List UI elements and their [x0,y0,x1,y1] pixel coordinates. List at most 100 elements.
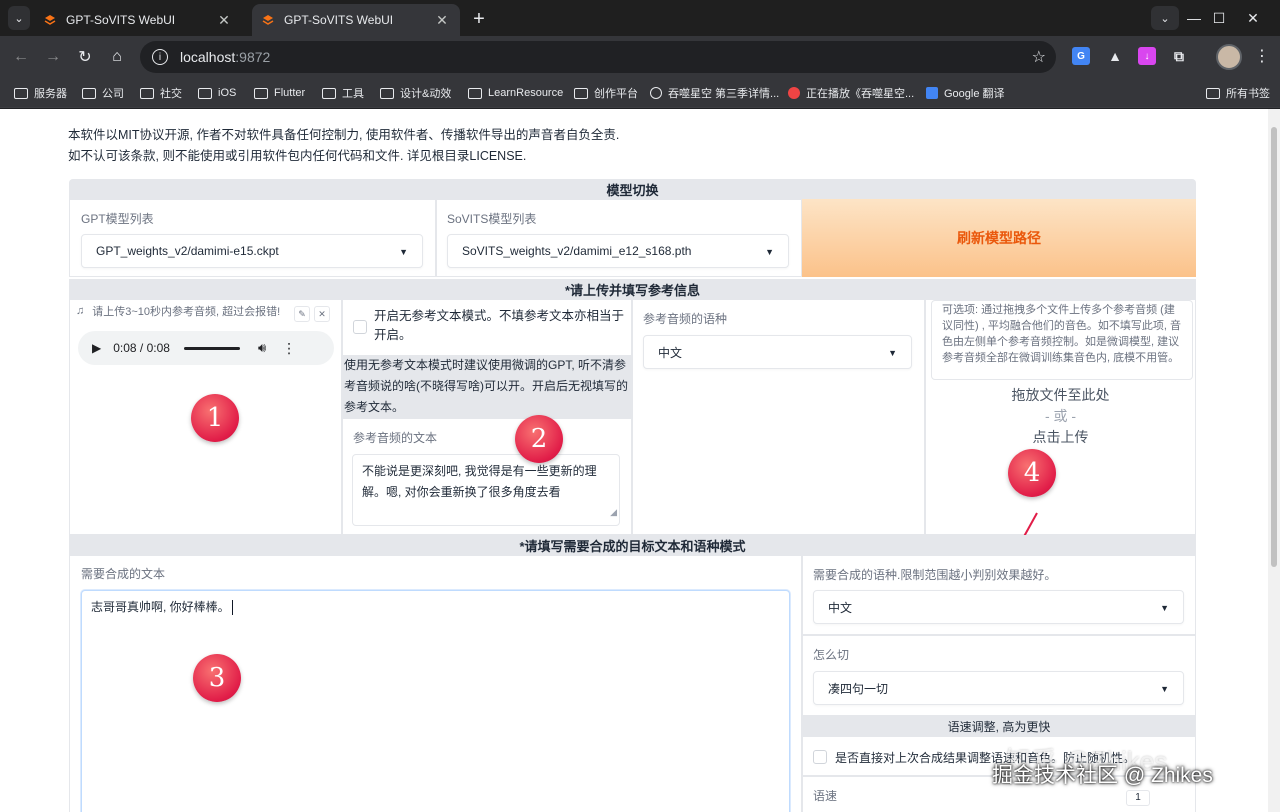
home-icon[interactable]: ⌂ [104,44,130,70]
audio-upload-label: ♫ 请上传3~10秒内参考音频, 超过会报错! [76,303,280,319]
webui-page: 本软件以MIT协议开源, 作者不对软件具备任何控制力, 使用软件者、传播软件导出… [0,109,1268,812]
tab-search-button[interactable]: ⌄ [8,6,30,30]
page-scrollbar[interactable] [1268,109,1280,812]
bookmark-link[interactable]: 吞噬星空 第三季详情... [650,84,779,102]
globe-icon [650,87,662,99]
more-options-icon[interactable]: ⋮ [282,340,296,357]
ref-lang-label: 参考音频的语种 [643,312,728,326]
split-label: 怎么切 [813,648,850,662]
split-dropdown[interactable]: 凑四句一切 ▼ [813,671,1184,705]
dropzone-text: 拖放文件至此处 [1011,387,1110,403]
bookmark-folder[interactable]: 社交 [140,84,182,102]
all-bookmarks[interactable]: 所有书签 [1206,84,1270,102]
folder-icon [322,87,336,99]
bookmark-folder[interactable]: 设计&动效 [380,84,451,102]
bookmark-label: Flutter [274,87,306,99]
close-window-icon[interactable]: ✕ [1230,0,1276,36]
close-icon[interactable]: ✕ [216,12,232,28]
bookmark-label: 服务器 [34,88,67,100]
bookmark-folder[interactable]: iOS [198,84,236,102]
flower-icon [788,87,800,99]
bookmark-link[interactable]: Google 翻译 [926,84,1005,102]
bookmark-label: 设计&动效 [400,88,452,100]
folder-icon [468,87,482,99]
resize-grip-icon[interactable]: ◢ [610,502,617,523]
close-icon[interactable]: ✕ [434,12,450,28]
gpt-model-dropdown[interactable]: GPT_weights_v2/damimi-e15.ckpt ▼ [81,234,423,268]
audio-player[interactable]: ▶ 0:08 / 0:08 🔊︎ ⋮ [78,331,334,365]
folder-icon [82,87,96,99]
site-info-icon[interactable]: i [152,49,168,65]
audio-progress-track[interactable] [183,346,240,350]
ref-text-label: 参考音频的文本 [353,431,438,445]
notice-line: 如不认可该条款, 则不能使用或引用软件包内任何代码和文件. 详见根目录LICEN… [68,149,527,163]
reference-header: *请上传并填写参考信息 [69,279,1196,299]
folder-icon [140,87,154,99]
bookmark-folder[interactable]: 创作平台 [574,84,638,102]
folder-icon [574,87,588,99]
extensions-puzzle-icon[interactable]: ⧉ [1170,47,1188,65]
target-text-input[interactable]: 志哥哥真帅啊, 你好棒棒。 [81,590,790,812]
tab-gpt-sovits-1[interactable]: GPT-SoVITS WebUI ✕ [34,4,242,36]
bookmark-star-icon[interactable]: ☆ [1032,47,1046,67]
step-badge-3: 3 [193,654,241,702]
bookmark-label: 所有书签 [1226,88,1270,100]
translate-extension-icon[interactable]: G [1072,47,1090,65]
dropdown-value: 中文 [828,600,853,615]
url-host: localhost [180,49,236,65]
caret-down-icon: ▼ [399,247,408,257]
download-extension-icon[interactable]: ↓ [1138,47,1156,65]
triangle-extension-icon[interactable]: ▲ [1106,47,1124,65]
no-ref-mode-label: 开启无参考文本模式。不填参考文本亦相当于开启。 [374,309,625,342]
audio-actions: ✎ ✕ [294,306,330,322]
bookmark-label: 工具 [342,88,364,100]
target-text-label: 需要合成的文本 [81,567,166,581]
reload-icon[interactable]: ↻ [72,44,98,70]
bookmark-folder[interactable]: 服务器 [14,84,67,102]
edit-icon[interactable]: ✎ [294,306,310,322]
audio-label-text: 请上传3~10秒内参考音频, 超过会报错! [92,306,281,318]
new-tab-button[interactable]: + [468,8,490,30]
bookmark-folder[interactable]: 公司 [82,84,124,102]
bookmark-label: iOS [218,87,237,99]
tab-gpt-sovits-2[interactable]: GPT-SoVITS WebUI ✕ [252,4,460,36]
gpt-model-label: GPT模型列表 [81,212,154,226]
folder-icon [380,87,394,99]
profile-avatar[interactable] [1216,44,1242,70]
bookmark-folder[interactable]: LearnResource [468,84,563,102]
scrollbar-thumb[interactable] [1271,127,1277,567]
bookmarks-bar: 服务器 公司 社交 iOS Flutter 工具 设计&动效 LearnReso… [0,78,1280,108]
no-ref-mode-checkbox[interactable] [353,320,367,334]
no-ref-info: 使用无参考文本模式时建议使用微调的GPT, 听不清参考音频说的啥(不晓得写啥)可… [342,355,631,419]
ref-lang-dropdown[interactable]: 中文 ▼ [643,335,912,369]
gradio-favicon-icon [44,14,56,26]
sovits-model-dropdown[interactable]: SoVITS_weights_v2/damimi_e12_s168.pth ▼ [447,234,789,268]
bookmark-link[interactable]: 正在播放《吞噬星空... [788,84,914,102]
reuse-last-result-checkbox[interactable] [813,750,827,764]
tab-strip: ⌄ GPT-SoVITS WebUI ✕ GPT-SoVITS WebUI ✕ … [0,0,1280,36]
dropdown-value: 中文 [658,345,683,360]
volume-icon[interactable]: 🔊︎ [258,340,266,356]
address-bar[interactable]: i localhost:9872 ☆ [140,41,1056,73]
dropdown-value: 凑四句一切 [828,681,889,696]
browser-menu-icon[interactable]: ⋮ [1254,46,1270,66]
refresh-models-button[interactable]: 刷新模型路径 [802,199,1196,277]
bookmark-label: Google 翻译 [944,88,1005,100]
bookmark-label: 正在播放《吞噬星空... [806,88,915,100]
speed-label: 语速 [813,789,838,803]
step-badge-4: 4 [1008,449,1056,497]
folder-icon [198,87,212,99]
clear-icon[interactable]: ✕ [314,306,330,322]
ref-text-input[interactable]: 不能说是更深刻吧, 我觉得是有一些更新的理解。嗯, 对你会重新换了很多角度去看 … [352,454,620,526]
bookmark-label: 吞噬星空 第三季详情... [668,88,780,100]
target-lang-dropdown[interactable]: 中文 ▼ [813,590,1184,624]
forward-arrow-icon[interactable]: → [40,44,66,70]
tab-title: GPT-SoVITS WebUI [66,13,176,27]
back-arrow-icon[interactable]: ← [8,44,34,70]
play-icon[interactable]: ▶ [92,341,101,355]
speed-value-input[interactable]: 1 [1126,790,1150,806]
bookmark-folder[interactable]: 工具 [322,84,364,102]
multi-ref-dropzone[interactable]: 拖放文件至此处 - 或 - 点击上传 [925,384,1196,534]
url-port: :9872 [235,49,271,65]
bookmark-folder[interactable]: Flutter [254,84,305,102]
